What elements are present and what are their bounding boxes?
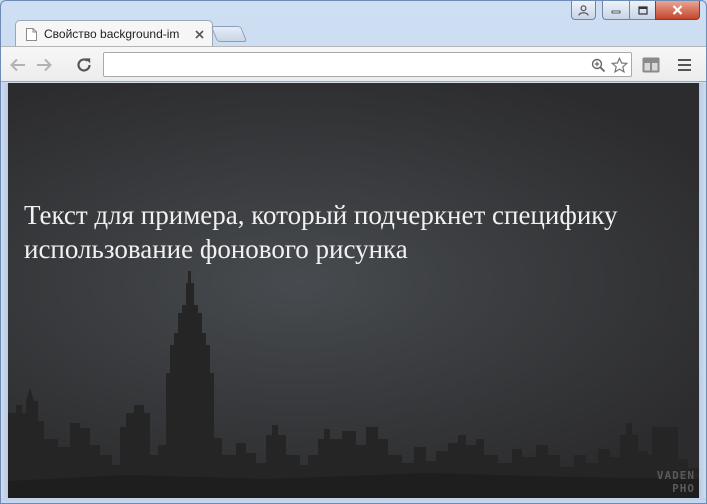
zoom-icon[interactable] [590, 57, 607, 74]
maximize-button[interactable] [629, 1, 655, 20]
maximize-icon [637, 5, 648, 15]
tab-close-icon[interactable] [192, 27, 206, 41]
address-bar[interactable] [103, 52, 632, 77]
tab-strip: Свойство background-im [1, 1, 706, 47]
page-text: Текст для примера, который подчеркнет сп… [24, 200, 618, 264]
page-viewport: Текст для примера, который подчеркнет сп… [8, 83, 699, 498]
minimize-button[interactable] [602, 1, 629, 20]
person-icon [578, 4, 589, 16]
watermark: VADEN PHO [651, 469, 695, 495]
tab-active[interactable]: Свойство background-im [15, 20, 213, 47]
close-button[interactable] [655, 1, 700, 20]
window-frame-left [1, 83, 8, 503]
minimize-icon [611, 10, 621, 14]
arrow-right-icon [37, 58, 52, 72]
window-controls [571, 1, 700, 21]
forward-button[interactable] [32, 53, 56, 77]
window-frame-bottom [1, 498, 706, 503]
star-icon[interactable] [611, 57, 628, 74]
watermark-line: PHO [672, 482, 695, 495]
back-button[interactable] [6, 53, 30, 77]
address-input[interactable] [108, 55, 578, 74]
reload-icon [77, 58, 91, 72]
menu-line [677, 64, 691, 66]
menu-line [677, 59, 691, 61]
city-skyline-image [8, 271, 699, 498]
browser-window: Свойство background-im Текст для примера… [0, 0, 707, 504]
new-tab-button[interactable] [210, 26, 248, 42]
reload-button[interactable] [72, 53, 96, 77]
page-icon [26, 27, 37, 41]
menu-line [677, 69, 691, 71]
window-frame-right [699, 83, 706, 503]
browser-toolbar [1, 46, 706, 82]
hamburger-menu-icon[interactable] [675, 56, 693, 74]
watermark-line: VADEN [656, 469, 695, 482]
tab-title: Свойство background-im [44, 27, 180, 41]
profile-button[interactable] [571, 1, 596, 20]
extension-icon[interactable] [642, 57, 660, 73]
arrow-left-icon [10, 58, 25, 72]
close-icon [672, 5, 683, 15]
